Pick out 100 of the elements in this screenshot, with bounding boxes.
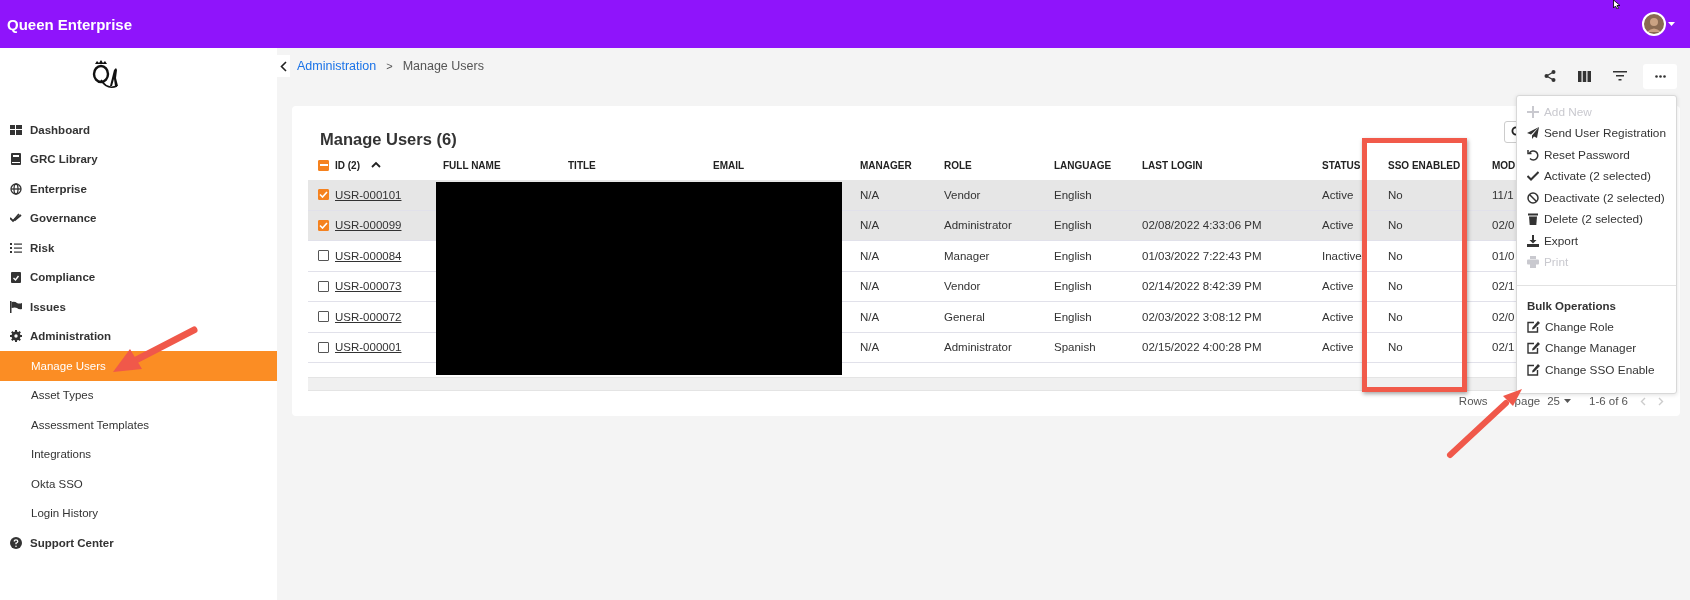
table-cell: Active — [1322, 310, 1354, 323]
user-id-link[interactable]: USR-000084 — [335, 249, 402, 262]
nav-item[interactable]: Governance — [0, 203, 277, 233]
undo-icon — [1527, 148, 1539, 161]
nav-subitem[interactable]: Asset Types — [0, 380, 277, 410]
table-cell: N/A — [860, 188, 880, 201]
table-cell: Administrator — [944, 341, 1012, 354]
table-cell: No — [1388, 219, 1403, 232]
menu-item[interactable]: Reset Password — [1517, 144, 1676, 166]
paper-plane-icon — [1527, 127, 1539, 140]
help-icon — [10, 536, 22, 549]
nav-item[interactable]: Enterprise — [0, 174, 277, 204]
caret-icon[interactable] — [1668, 22, 1675, 26]
nav-item[interactable]: Administration — [0, 321, 277, 351]
table-cell: N/A — [860, 219, 880, 232]
table-cell: Active — [1322, 280, 1354, 293]
page-size-dropdown[interactable]: 25 — [1547, 395, 1571, 407]
select-all-checkbox[interactable] — [318, 159, 329, 171]
menu-item[interactable]: Send User Registration — [1517, 122, 1676, 144]
user-id-link[interactable]: USR-000099 — [335, 219, 402, 232]
user-id-link[interactable]: USR-000072 — [335, 310, 402, 323]
cursor-icon — [1613, 0, 1622, 9]
table-cell: No — [1388, 280, 1403, 293]
table-cell: 02/1 — [1492, 280, 1515, 293]
column-header[interactable]: ID (2) — [335, 159, 360, 171]
share-icon[interactable] — [1544, 70, 1556, 82]
column-header[interactable]: MANAGER — [860, 159, 912, 171]
columns-icon[interactable] — [1578, 70, 1591, 82]
table-cell: 01/0 — [1492, 249, 1515, 262]
row-checkbox[interactable] — [318, 311, 329, 323]
plus-icon — [1527, 105, 1539, 118]
nav-item[interactable]: Risk — [0, 233, 277, 263]
column-header[interactable]: SSO ENABLED — [1388, 159, 1461, 171]
table-cell: English — [1054, 310, 1092, 323]
avatar[interactable] — [1642, 12, 1666, 36]
trash-icon — [1527, 213, 1539, 226]
minus-icon — [319, 164, 328, 166]
nav-item[interactable]: GRC Library — [0, 144, 277, 174]
breadcrumb-link[interactable]: Administration — [297, 59, 377, 73]
table-cell: Inactive — [1322, 249, 1362, 262]
caret-icon[interactable] — [1564, 399, 1571, 403]
nav-subitem[interactable]: Integrations — [0, 439, 277, 469]
breadcrumb-separator: > — [386, 60, 393, 72]
table-cell: 02/14/2022 8:42:39 PM — [1142, 280, 1262, 293]
row-checkbox[interactable] — [318, 280, 329, 292]
chevron-left-icon[interactable] — [280, 60, 287, 72]
nav-subitem[interactable]: Okta SSO — [0, 469, 277, 499]
table-cell: Active — [1322, 219, 1354, 232]
table-cell: Active — [1322, 341, 1354, 354]
nav-subitem[interactable]: Login History — [0, 498, 277, 528]
user-id-link[interactable]: USR-000101 — [335, 188, 402, 201]
table-cell: English — [1054, 249, 1092, 262]
book-icon — [10, 153, 22, 166]
more-icon[interactable] — [1654, 74, 1666, 78]
column-header[interactable]: ROLE — [944, 159, 972, 171]
column-header[interactable]: FULL NAME — [443, 159, 501, 171]
rows-per-page-label: Rows — [1458, 395, 1488, 407]
table-cell: 02/08/2022 4:33:06 PM — [1142, 219, 1262, 232]
table-cell: Manager — [944, 249, 990, 262]
nav-item[interactable]: Compliance — [0, 262, 277, 292]
table-cell: English — [1054, 188, 1092, 201]
page-range: 1-6 of 6 — [1589, 395, 1628, 407]
table-cell: English — [1054, 280, 1092, 293]
nav-item[interactable]: Dashboard — [0, 115, 277, 145]
collapse-sidebar-button[interactable] — [277, 55, 290, 77]
table-cell: Spanish — [1054, 341, 1096, 354]
dashboard-icon — [10, 123, 22, 136]
column-header[interactable]: STATUS — [1322, 159, 1361, 171]
user-id-link[interactable]: USR-000001 — [335, 341, 402, 354]
row-checkbox[interactable] — [318, 341, 329, 353]
table-cell: Administrator — [944, 219, 1012, 232]
user-id-link[interactable]: USR-000073 — [335, 280, 402, 293]
table-cell: General — [944, 310, 985, 323]
ban-icon — [1527, 191, 1539, 204]
nav-item[interactable]: Issues — [0, 292, 277, 322]
nav-item[interactable]: Support Center — [0, 528, 277, 558]
table-cell: No — [1388, 249, 1403, 262]
nav-subitem[interactable]: Assessment Templates — [0, 410, 277, 440]
column-header[interactable]: TITLE — [568, 159, 596, 171]
table-cell: English — [1054, 219, 1092, 232]
column-header[interactable]: MOD — [1492, 159, 1516, 171]
row-checkbox[interactable] — [318, 189, 329, 201]
card-title: Manage Users (6) — [319, 129, 457, 149]
table-cell: 02/15/2022 4:00:28 PM — [1142, 341, 1262, 354]
table-cell: No — [1388, 341, 1403, 354]
table-cell: 11/1 — [1492, 188, 1514, 201]
column-header[interactable]: EMAIL — [713, 159, 745, 171]
filter-icon[interactable] — [1613, 71, 1627, 81]
row-checkbox[interactable] — [318, 219, 329, 231]
table-cell: Vendor — [944, 188, 981, 201]
column-header[interactable]: LAST LOGIN — [1142, 159, 1203, 171]
column-header[interactable]: LANGUAGE — [1054, 159, 1112, 171]
table-cell: N/A — [860, 341, 880, 354]
check-icon — [319, 191, 328, 199]
menu-section-title: Bulk Operations — [1526, 299, 1617, 314]
printer-icon — [1527, 256, 1539, 269]
table-cell: No — [1388, 188, 1403, 201]
row-checkbox[interactable] — [318, 250, 329, 262]
table-cell: Vendor — [944, 280, 981, 293]
download-icon — [1527, 234, 1539, 247]
